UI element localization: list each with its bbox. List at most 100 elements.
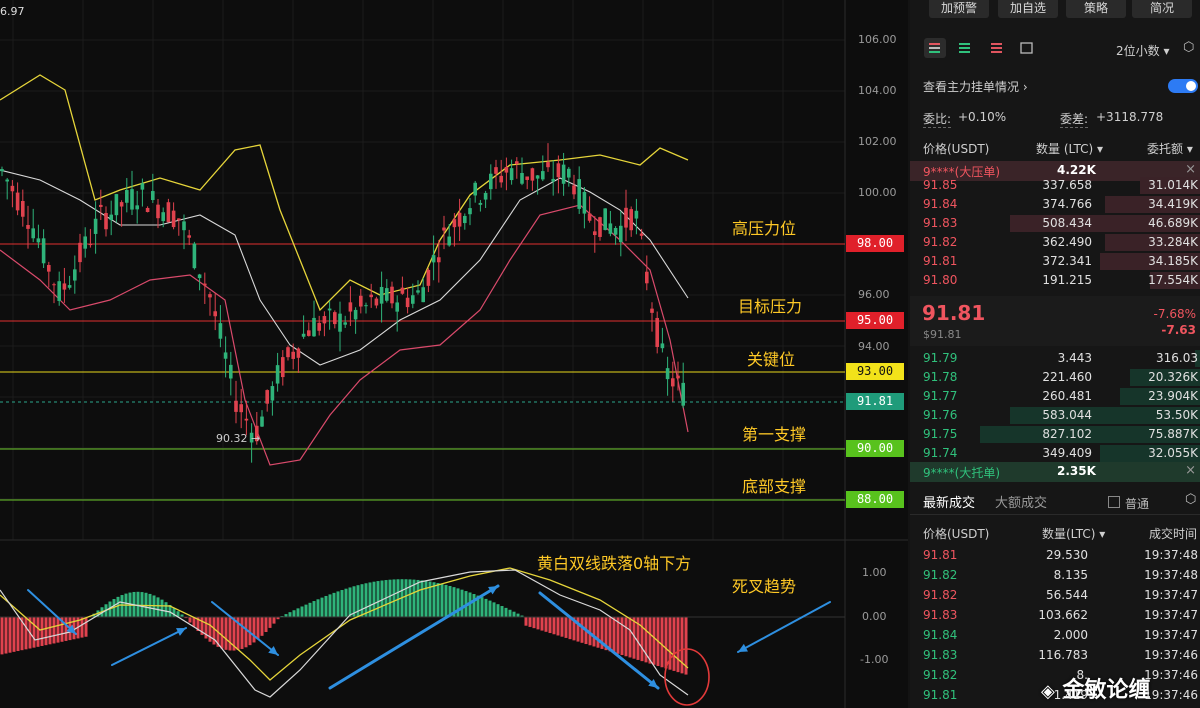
precision-select[interactable]: 2位小数 ▾: [1116, 42, 1170, 59]
add-alert-button[interactable]: 加预警: [929, 0, 989, 18]
macd-bar: [664, 617, 668, 669]
macd-bar: [508, 609, 512, 617]
main-orders-link[interactable]: 查看主力挂单情况 ›: [923, 78, 1028, 95]
kline-chart[interactable]: 6.97 90.32 → 106.00 104.00 102.00 100.00…: [0, 0, 908, 708]
change-percent: -7.68%: [1153, 307, 1196, 321]
bid-row[interactable]: 91.78 221.460 20.326K: [910, 368, 1200, 387]
settings-icon[interactable]: ⬡: [1183, 40, 1194, 55]
candle-body: [119, 202, 124, 207]
bid-row[interactable]: 91.77 260.481 23.904K: [910, 387, 1200, 406]
candle-body: [416, 290, 420, 293]
candle-body: [208, 294, 212, 298]
level-tag-93: 93.00: [846, 363, 904, 380]
close-icon[interactable]: ×: [1185, 463, 1196, 478]
macd-bar: [364, 583, 368, 617]
candle-body: [405, 297, 410, 308]
row-price: 91.78: [923, 370, 958, 384]
macd-bar: [672, 617, 676, 671]
row-qty: 362.490: [1042, 235, 1092, 249]
bid-row[interactable]: 91.79 3.443 316.03: [910, 349, 1200, 368]
macd-bar: [660, 617, 664, 668]
candle-body: [88, 244, 93, 246]
ordinary-label: 普通: [1125, 497, 1150, 511]
macd-bar: [560, 617, 564, 637]
candle-body: [374, 298, 379, 306]
macd-bar: [240, 617, 244, 649]
macd-bar: [416, 579, 420, 617]
book-header-qty[interactable]: 数量 (LTC) ▾: [1036, 140, 1103, 157]
ordinary-checkbox[interactable]: [1108, 496, 1120, 508]
macd-bar: [84, 617, 88, 637]
macd-bar: [292, 610, 296, 617]
row-qty: 374.766: [1042, 197, 1092, 211]
candle-body: [390, 286, 394, 304]
row-total: 34.185K: [1148, 254, 1198, 268]
candle-body: [603, 208, 607, 230]
main-orders-toggle[interactable]: [1168, 79, 1198, 93]
macd-bar: [376, 581, 380, 617]
candle-body: [515, 161, 519, 164]
trade-qty: 56.544: [1046, 588, 1088, 602]
candle-body: [62, 283, 67, 290]
bid-row[interactable]: 91.75 827.102 75.887K: [910, 425, 1200, 444]
chevron-right-icon: ›: [1022, 80, 1028, 94]
ask-row[interactable]: 91.82 362.490 33.284K: [910, 233, 1200, 252]
candle-body: [327, 308, 332, 311]
add-watchlist-button[interactable]: 加自选: [998, 0, 1058, 18]
macd-bar: [260, 617, 264, 636]
candle-body: [411, 295, 415, 304]
candle-body: [130, 189, 134, 210]
macd-bar: [120, 595, 124, 617]
candle-body: [535, 175, 540, 179]
candle-body: [681, 382, 685, 406]
macd-bar: [220, 617, 224, 649]
candle-body: [551, 178, 555, 182]
candle-body: [281, 357, 285, 378]
wei-cha-value: +3118.778: [1096, 110, 1164, 124]
tab-latest-trades[interactable]: 最新成交: [923, 492, 975, 511]
candle-body: [187, 235, 191, 238]
ask-row[interactable]: 91.84 374.766 34.419K: [910, 195, 1200, 214]
candle-body: [83, 236, 87, 249]
macd-bar: [392, 579, 396, 617]
view-both-icon[interactable]: [924, 38, 946, 58]
close-icon[interactable]: ×: [1185, 162, 1196, 177]
candle-body: [229, 364, 233, 379]
ask-row[interactable]: 91.80 191.215 17.554K: [910, 271, 1200, 290]
candle-body: [353, 309, 358, 320]
candle-body: [629, 209, 633, 231]
tab-big-trades[interactable]: 大额成交: [995, 492, 1047, 511]
ask-row[interactable]: 91.81 372.341 34.185K: [910, 252, 1200, 271]
candle-body: [452, 219, 457, 228]
ask-row[interactable]: 91.85 337.658 31.014K: [910, 176, 1200, 195]
macd-bar: [500, 606, 504, 617]
bid-row[interactable]: 91.76 583.044 53.50K: [910, 406, 1200, 425]
macd-bar: [24, 617, 28, 650]
view-bids-icon[interactable]: [956, 38, 974, 62]
candle-body: [109, 214, 113, 221]
bid-row[interactable]: 91.74 349.409 32.055K: [910, 444, 1200, 463]
trade-qty: 1.419: [1053, 688, 1088, 702]
ask-row[interactable]: 91.83 508.434 46.689K: [910, 214, 1200, 233]
candle-body: [645, 271, 649, 284]
candle-body: [5, 179, 9, 182]
settings-icon[interactable]: ⬡: [1185, 492, 1196, 507]
macd-bar: [388, 579, 392, 617]
macd-bar: [140, 592, 144, 617]
view-asks-icon[interactable]: [988, 38, 1006, 62]
strategy-button[interactable]: 策略: [1066, 0, 1126, 18]
macd-bar: [304, 604, 308, 617]
macd-bar: [296, 608, 300, 617]
trade-header-qty[interactable]: 数量(LTC) ▾: [1042, 525, 1105, 542]
trade-price: 91.82: [923, 568, 958, 582]
row-qty: 508.434: [1042, 216, 1092, 230]
macd-tick: 1.00: [862, 566, 887, 579]
trade-price: 91.83: [923, 648, 958, 662]
macd-bar: [396, 579, 400, 617]
wei-bi-label: 委比:: [923, 112, 952, 128]
book-header-total[interactable]: 委托额 ▾: [1147, 140, 1193, 157]
candle-body: [426, 269, 431, 286]
overview-button[interactable]: 简况: [1132, 0, 1192, 18]
depth-icon[interactable]: [1018, 38, 1036, 62]
annotation-death-cross: 死叉趋势: [732, 577, 797, 596]
